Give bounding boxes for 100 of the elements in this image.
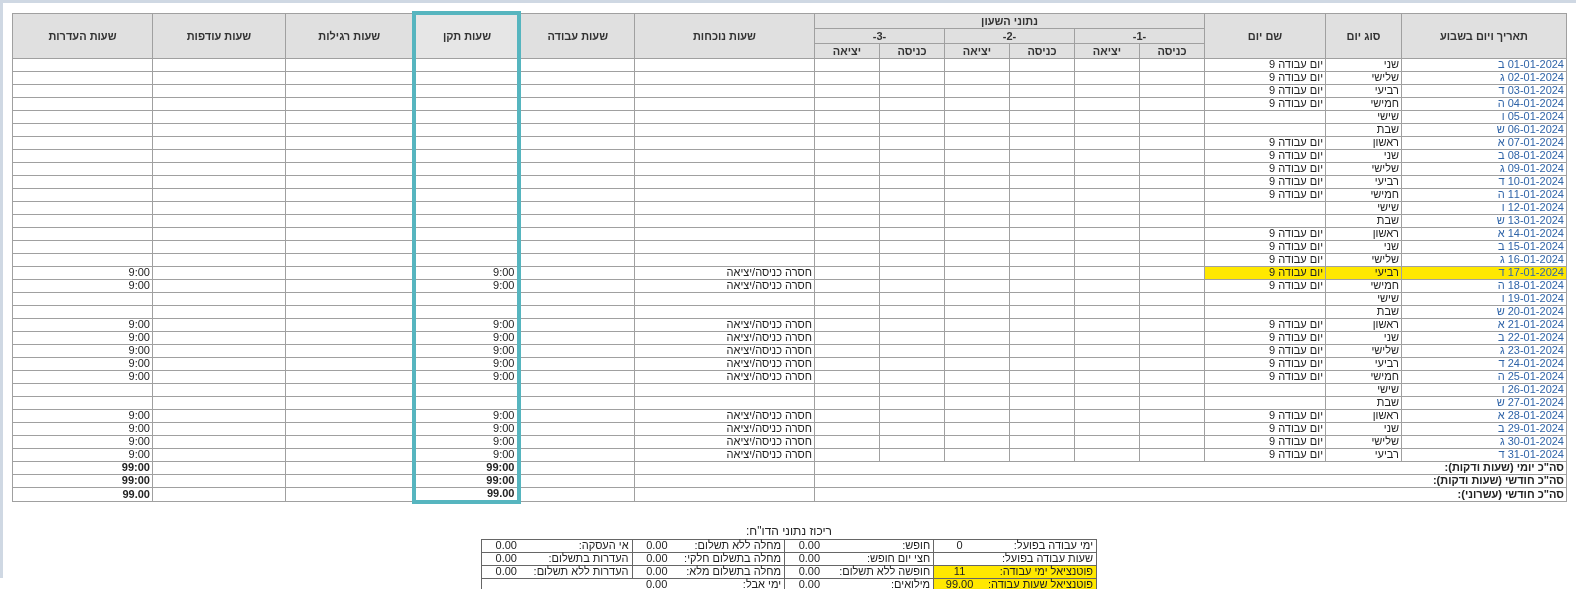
table-cell: יום עבודה 9 <box>1204 318 1326 331</box>
total-cell: 99:00 <box>12 474 153 487</box>
table-cell: שישי <box>1325 292 1402 305</box>
table-cell: 9:00 <box>414 422 520 435</box>
table-cell: חמישי <box>1325 279 1402 292</box>
column-header: שעות נוכחות <box>634 13 815 58</box>
table-cell: יום עבודה 9 <box>1204 162 1326 175</box>
table-cell: רביעי <box>1325 84 1402 97</box>
table-cell: יום עבודה 9 <box>1204 97 1326 110</box>
summary-label: חופשה ללא תשלום: <box>833 565 934 578</box>
summary-label: חצי יום חופש: <box>833 552 934 565</box>
table-cell: ראשון <box>1325 136 1402 149</box>
table-cell: יום עבודה 9 <box>1204 71 1326 84</box>
table-cell: יום עבודה 9 <box>1204 344 1326 357</box>
table-cell: יום עבודה 9 <box>1204 253 1326 266</box>
table-cell: חסרה כניסה/יציאה <box>634 357 815 370</box>
total-cell: 99.00 <box>12 487 153 502</box>
table-cell: 9:00 <box>12 318 153 331</box>
summary-value: 0.00 <box>632 552 682 565</box>
table-cell: שלישי <box>1325 71 1402 84</box>
table-cell: חסרה כניסה/יציאה <box>634 370 815 383</box>
table-cell: יום עבודה 9 <box>1204 149 1326 162</box>
summary-value: 0.00 <box>784 539 834 552</box>
table-cell: ראשון <box>1325 409 1402 422</box>
table-cell: רביעי <box>1325 448 1402 461</box>
table-cell: שלישי <box>1325 253 1402 266</box>
summary-value: 0.00 <box>632 578 682 589</box>
total-cell: 99.00 <box>414 487 520 502</box>
summary-label: ימי אבל: <box>681 578 785 589</box>
table-cell: שני <box>1325 240 1402 253</box>
summary-value: 0.00 <box>632 539 682 552</box>
summary-value: 0.00 <box>784 565 834 578</box>
table-cell: שישי <box>1325 201 1402 214</box>
summary-label: מחלה ללא תשלום: <box>681 539 785 552</box>
table-cell: חסרה כניסה/יציאה <box>634 435 815 448</box>
table-cell: 9:00 <box>414 344 520 357</box>
table-cell: יום עבודה 9 <box>1204 279 1326 292</box>
total-label: סה"כ חודשי (שעות ודקות): <box>814 474 1567 487</box>
table-cell: 9:00 <box>12 370 153 383</box>
summary-label: אי העסקה: <box>530 539 633 552</box>
table-cell: שני <box>1325 149 1402 162</box>
table-cell: חסרה כניסה/יציאה <box>634 448 815 461</box>
summary-value: 0.00 <box>632 565 682 578</box>
table-cell: 9:00 <box>414 279 520 292</box>
summary-label: פוטנציאל שעות עבודה: <box>984 578 1097 589</box>
table-cell: שלישי <box>1325 435 1402 448</box>
table-cell: 9:00 <box>414 435 520 448</box>
column-header: שעות עבודה <box>519 13 635 58</box>
table-cell: שבת <box>1325 396 1402 409</box>
table-cell: רביעי <box>1325 357 1402 370</box>
table-cell: חמישי <box>1325 370 1402 383</box>
summary-label: שעות עבודה בפועל: <box>984 552 1097 565</box>
total-cell: 99:00 <box>12 461 153 474</box>
table-cell: 9:00 <box>414 266 520 279</box>
table-cell: יום עבודה 9 <box>1204 370 1326 383</box>
table-cell: יום עבודה 9 <box>1204 240 1326 253</box>
column-header: שעות תקן <box>414 13 520 58</box>
table-cell: 9:00 <box>414 409 520 422</box>
summary-value: 99.00 <box>933 578 985 589</box>
summary-title: ריכוז נתוני הדו"ח: <box>746 523 832 538</box>
table-cell: 9:00 <box>414 357 520 370</box>
table-cell: שבת <box>1325 305 1402 318</box>
total-cell: 99:00 <box>414 474 520 487</box>
table-cell: 9:00 <box>414 318 520 331</box>
table-cell: חסרה כניסה/יציאה <box>634 331 815 344</box>
summary-value: 0.00 <box>784 552 834 565</box>
table-cell: יום עבודה 9 <box>1204 84 1326 97</box>
table-cell: חסרה כניסה/יציאה <box>634 422 815 435</box>
table-cell: שישי <box>1325 383 1402 396</box>
column-header: שם יום <box>1204 13 1326 58</box>
column-header: שעות העדרות <box>12 13 153 58</box>
table-cell: יום עבודה 9 <box>1204 422 1326 435</box>
table-cell: שני <box>1325 422 1402 435</box>
summary-value: 0.00 <box>481 565 531 578</box>
table-cell: 9:00 <box>12 435 153 448</box>
total-label: סה"כ חודשי (עשרוני): <box>814 487 1567 502</box>
total-cell: 99:00 <box>414 461 520 474</box>
table-cell: 9:00 <box>12 357 153 370</box>
column-header: תאריך ויום בשבוע <box>1401 13 1567 58</box>
summary-value: 0 <box>933 539 985 552</box>
column-header: שעות רגילות <box>285 13 415 58</box>
table-cell: 9:00 <box>12 422 153 435</box>
table-cell: 9:00 <box>414 331 520 344</box>
summary-label: מחלה בתשלום חלקי: <box>681 552 785 565</box>
summary-label: העדרות בתשלום: <box>530 552 633 565</box>
summary-label: מילואים: <box>833 578 934 589</box>
table-cell: יום עבודה 9 <box>1204 58 1326 71</box>
table-cell: חסרה כניסה/יציאה <box>634 279 815 292</box>
table-cell: 9:00 <box>12 279 153 292</box>
column-header: שעות עודפות <box>152 13 286 58</box>
table-cell: יום עבודה 9 <box>1204 409 1326 422</box>
table-cell: ראשון <box>1325 318 1402 331</box>
table-cell: שלישי <box>1325 344 1402 357</box>
table-cell: יום עבודה 9 <box>1204 136 1326 149</box>
table-cell: חסרה כניסה/יציאה <box>634 318 815 331</box>
table-cell: ראשון <box>1325 227 1402 240</box>
table-cell: 9:00 <box>12 331 153 344</box>
summary-label: מחלה בתשלום מלא: <box>681 565 785 578</box>
summary-value: 0.00 <box>784 578 834 589</box>
table-cell: יום עבודה 9 <box>1204 188 1326 201</box>
